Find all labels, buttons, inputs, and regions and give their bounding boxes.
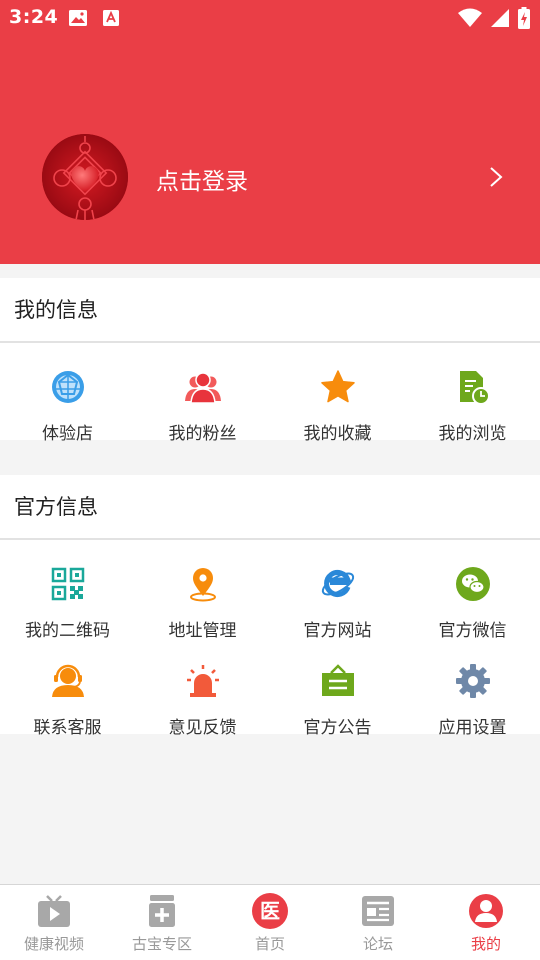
announcement-icon [321,664,354,696]
grid-item-feedback[interactable]: 意见反馈 [135,637,270,738]
grid-item-experience-store[interactable]: 体验店 [0,343,135,444]
my-info-section: 我的信息 体验店 我的粉丝 我的收藏 我的浏览 [0,278,540,444]
chevron-right-icon[interactable] [488,165,504,189]
ie-browser-icon [321,570,354,597]
grid-item-label: 我的收藏 [303,424,372,444]
grid-item-customer-service[interactable]: 联系客服 [0,637,135,738]
chinese-knot-heart-icon [42,134,128,220]
grid-item-official-wechat[interactable]: 官方微信 [405,540,540,641]
section-title: 我的信息 [0,278,540,343]
tab-gubao-zone[interactable]: 古宝专区 [108,885,216,960]
history-icon [459,371,490,405]
grid-item-label: 体验店 [42,424,93,444]
tab-home[interactable]: 医 首页 [216,885,324,960]
alarm-light-icon [186,665,219,697]
grid-item-official-website[interactable]: 官方网站 [270,540,405,641]
star-icon [320,370,355,403]
grid-item-label: 我的浏览 [438,424,507,444]
section-title: 官方信息 [0,475,540,540]
grid-item-address-management[interactable]: 地址管理 [135,540,270,641]
tv-icon [38,895,70,927]
gear-icon [455,664,490,698]
grid-item-my-history[interactable]: 我的浏览 [405,343,540,444]
forum-icon [362,896,394,926]
qr-code-icon [51,567,84,601]
grid-item-label: 应用设置 [438,718,507,738]
tab-forum[interactable]: 论坛 [324,885,432,960]
tab-label: 我的 [470,935,501,953]
grid-item-app-settings[interactable]: 应用设置 [405,637,540,738]
tab-label: 健康视频 [23,935,84,953]
grid-item-my-qr-code[interactable]: 我的二维码 [0,540,135,641]
wifi-icon [458,8,482,27]
user-icon [469,894,503,928]
medicine-box-icon [149,895,175,927]
battery-charging-icon [518,7,530,29]
tab-label: 首页 [254,935,285,953]
official-info-section: 官方信息 我的二维码 地址管理 官方网站 官方微信 联系客服 意见反馈 官方公告… [0,475,540,738]
avatar[interactable] [42,134,128,220]
tab-health-video[interactable]: 健康视频 [0,885,108,960]
status-time: 3:24 [9,6,59,28]
tab-label: 论坛 [362,935,393,953]
grid-item-label: 意见反馈 [168,718,237,738]
gallery-icon [69,10,87,26]
grid-item-label: 我的粉丝 [168,424,237,444]
login-label[interactable]: 点击登录 [156,162,248,196]
location-pin-icon [189,568,216,602]
wechat-icon [455,567,490,601]
globe-icon [51,371,84,403]
grid-item-official-announcement[interactable]: 官方公告 [270,637,405,738]
status-bar: 3:24 [0,0,540,36]
grid-item-label: 官方公告 [303,718,372,738]
grid-item-my-favorites[interactable]: 我的收藏 [270,343,405,444]
tab-mine[interactable]: 我的 [432,885,540,960]
profile-header: 3:24 点击登录 [0,0,540,264]
medical-home-icon: 医 [252,893,288,929]
font-app-icon [103,10,119,26]
grid-item-label: 联系客服 [33,718,102,738]
tab-label: 古宝专区 [131,935,192,953]
fans-icon [184,372,221,404]
signal-icon [491,9,509,27]
customer-service-icon [51,664,84,697]
grid-item-my-fans[interactable]: 我的粉丝 [135,343,270,444]
bottom-tab-bar: 健康视频 古宝专区 医 首页 论坛 我的 [0,884,540,960]
